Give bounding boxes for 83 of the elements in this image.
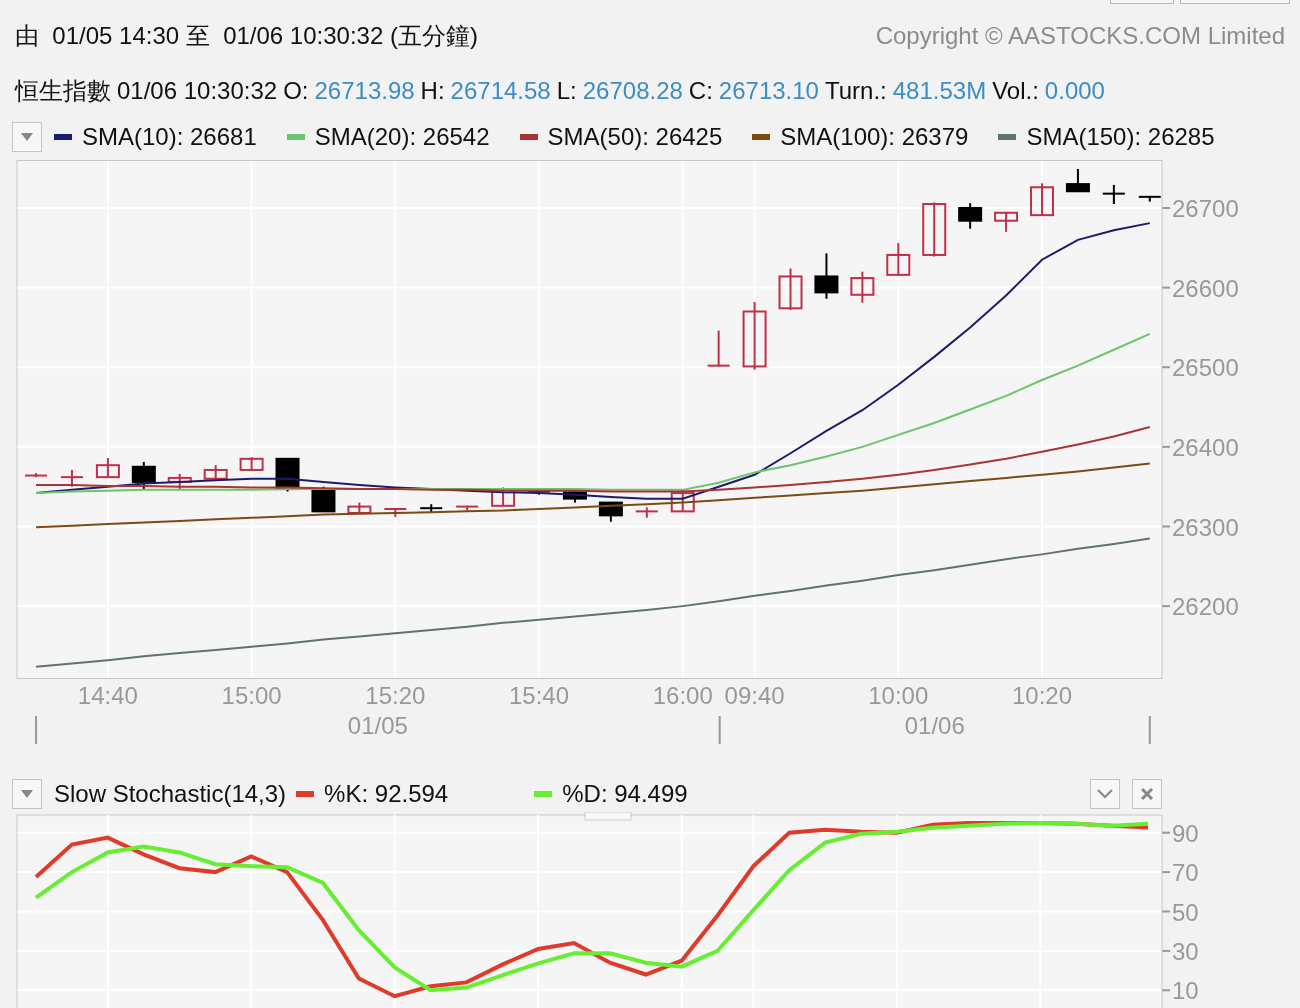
candlestick — [850, 270, 875, 304]
candlestick — [1101, 183, 1126, 205]
quote-label: H: — [420, 77, 445, 105]
copyright-text: Copyright © AASTOCKS.COM Limited — [875, 22, 1285, 50]
axis-label: 26500 — [1172, 354, 1239, 382]
candlestick — [958, 202, 983, 230]
candlestick — [131, 461, 156, 491]
close-icon — [1141, 788, 1153, 800]
axis-label: 26400 — [1172, 433, 1239, 461]
index-name: 恒生指數 — [15, 76, 111, 106]
candlestick — [598, 501, 623, 523]
quote-value: 481.53M — [892, 77, 987, 105]
date-label: 01/05 — [347, 712, 408, 739]
quote-label: L: — [556, 77, 577, 105]
quote-value: 26713.98 — [314, 77, 415, 105]
dropdown-button[interactable] — [12, 122, 42, 152]
axis-label: 30 — [1172, 937, 1199, 965]
candlestick — [742, 300, 767, 371]
collapse-button[interactable] — [1090, 779, 1120, 809]
close-button[interactable] — [1132, 779, 1162, 809]
toolbar-button[interactable] — [1180, 0, 1290, 4]
chevron-down-icon — [1097, 789, 1113, 799]
candlestick — [24, 472, 49, 479]
dropdown-button[interactable] — [12, 779, 42, 809]
candlestick — [203, 464, 228, 480]
candlestick — [994, 211, 1019, 233]
candlestick — [886, 242, 911, 276]
indicator-title: Slow Stochastic(14,3) — [54, 780, 287, 808]
candlestick — [814, 252, 839, 300]
candlestick — [922, 201, 947, 258]
axis-label: 70 — [1172, 859, 1199, 887]
candlestick — [1030, 182, 1054, 217]
quote-label: Turn.: — [824, 77, 887, 105]
quote-value: 26714.58 — [450, 77, 551, 105]
quote-value: 0.000 — [1044, 77, 1105, 105]
axis-label: 10:20 — [1011, 682, 1073, 709]
quote-time: 01/06 10:30:32 — [117, 77, 278, 105]
candlestick — [491, 486, 516, 507]
candlestick — [239, 456, 264, 471]
axis-label: 09:40 — [724, 682, 785, 709]
candlestick — [778, 267, 803, 311]
candlestick — [634, 506, 659, 519]
quote-value: 26708.28 — [582, 77, 683, 105]
axis-label: 14:40 — [77, 682, 138, 709]
axis-label: 10 — [1172, 977, 1199, 1005]
axis-label: 50 — [1172, 898, 1199, 926]
axis-label: 26600 — [1172, 274, 1239, 302]
legend-label: SMA(20): 26542 — [314, 123, 490, 151]
axis-label: 90 — [1172, 819, 1199, 847]
axis-label: 16:00 — [652, 682, 713, 709]
legend-label: %K: 92.594 — [324, 780, 449, 808]
legend-label: %D: 94.499 — [562, 780, 688, 808]
legend-label: SMA(100): 26379 — [780, 123, 969, 151]
axis-label: 15:20 — [365, 682, 426, 709]
toolbar-button[interactable] — [1110, 0, 1174, 4]
axis-label: 10:00 — [868, 682, 929, 709]
candlestick — [383, 507, 408, 518]
candlestick — [1137, 195, 1162, 203]
candlestick — [706, 329, 731, 368]
candlestick — [455, 504, 480, 512]
legend-label: SMA(10): 26681 — [82, 123, 257, 151]
axis-label: 26700 — [1172, 195, 1239, 222]
candlestick — [419, 503, 444, 514]
candlestick — [1065, 167, 1090, 193]
axis-label: 15:40 — [509, 682, 570, 709]
axis-label: 26200 — [1172, 593, 1239, 621]
legend-label: SMA(50): 26425 — [547, 123, 723, 151]
quote-label: C: — [688, 77, 713, 105]
quote-value: 26713.10 — [718, 77, 819, 105]
date-range: 由 01/05 14:30 至 01/06 10:30:32 (五分鐘) — [15, 21, 478, 51]
drag-handle[interactable] — [584, 812, 632, 821]
caret-icon — [21, 790, 33, 798]
candlestick — [347, 501, 372, 514]
quote-label: Vol.: — [992, 77, 1039, 105]
candlestick — [95, 457, 120, 479]
quote-label: O: — [283, 77, 309, 105]
legend-label: SMA(150): 26285 — [1026, 123, 1215, 151]
date-label: 01/06 — [904, 712, 965, 739]
caret-icon — [21, 133, 33, 141]
axis-label: 15:00 — [221, 682, 282, 709]
candlestick — [59, 468, 84, 488]
axis-label: 26300 — [1172, 513, 1239, 541]
candlestick — [167, 472, 192, 491]
